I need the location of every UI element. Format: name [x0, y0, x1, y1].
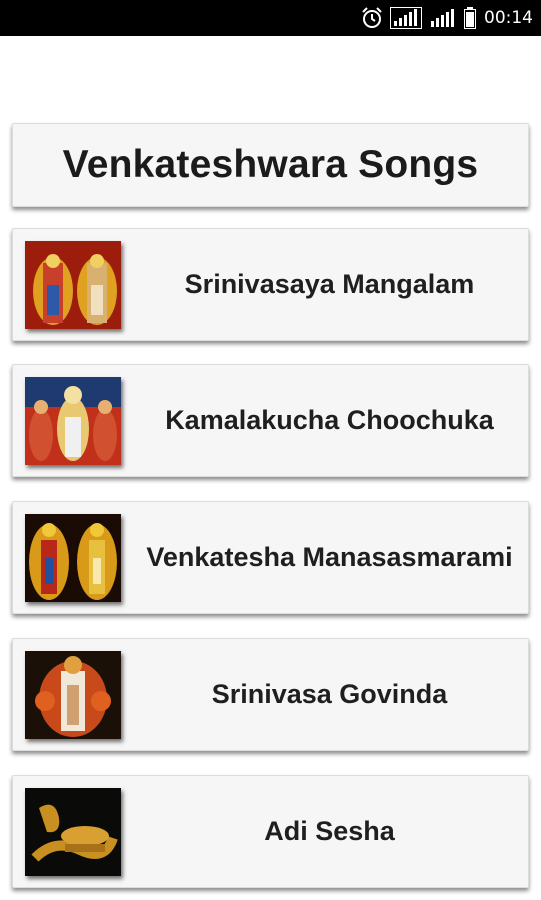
- signal-icon: [428, 7, 458, 29]
- song-title: Srinivasa Govinda: [211, 679, 448, 709]
- song-title: Adi Sesha: [264, 816, 395, 846]
- song-item-venkatesha-manasasmarami[interactable]: Venkatesha Manasasmarami: [12, 501, 529, 614]
- status-bar: 00:14: [0, 0, 541, 36]
- deity-image: [25, 514, 121, 602]
- deity-image: [25, 651, 121, 739]
- song-item-srinivasa-govinda[interactable]: Srinivasa Govinda: [12, 638, 529, 751]
- song-title: Venkatesha Manasasmarami: [146, 542, 513, 572]
- deity-image: [25, 241, 121, 329]
- deity-image: [25, 377, 121, 465]
- serpent-image: [25, 788, 121, 876]
- page-title: Venkateshwara Songs: [62, 143, 479, 186]
- song-item-adi-sesha[interactable]: Adi Sesha: [12, 775, 529, 888]
- song-item-srinivasaya-mangalam[interactable]: Srinivasaya Mangalam: [12, 228, 529, 341]
- app-title-card: Venkateshwara Songs: [12, 123, 529, 207]
- song-title: Srinivasaya Mangalam: [184, 269, 475, 299]
- song-item-kamalakucha-choochuka[interactable]: Kamalakucha Choochuka: [12, 364, 529, 477]
- signal-icon: [390, 7, 422, 29]
- alarm-icon: [360, 6, 384, 30]
- status-time: 00:14: [484, 8, 533, 28]
- song-title: Kamalakucha Choochuka: [165, 405, 494, 435]
- battery-icon: [464, 7, 476, 29]
